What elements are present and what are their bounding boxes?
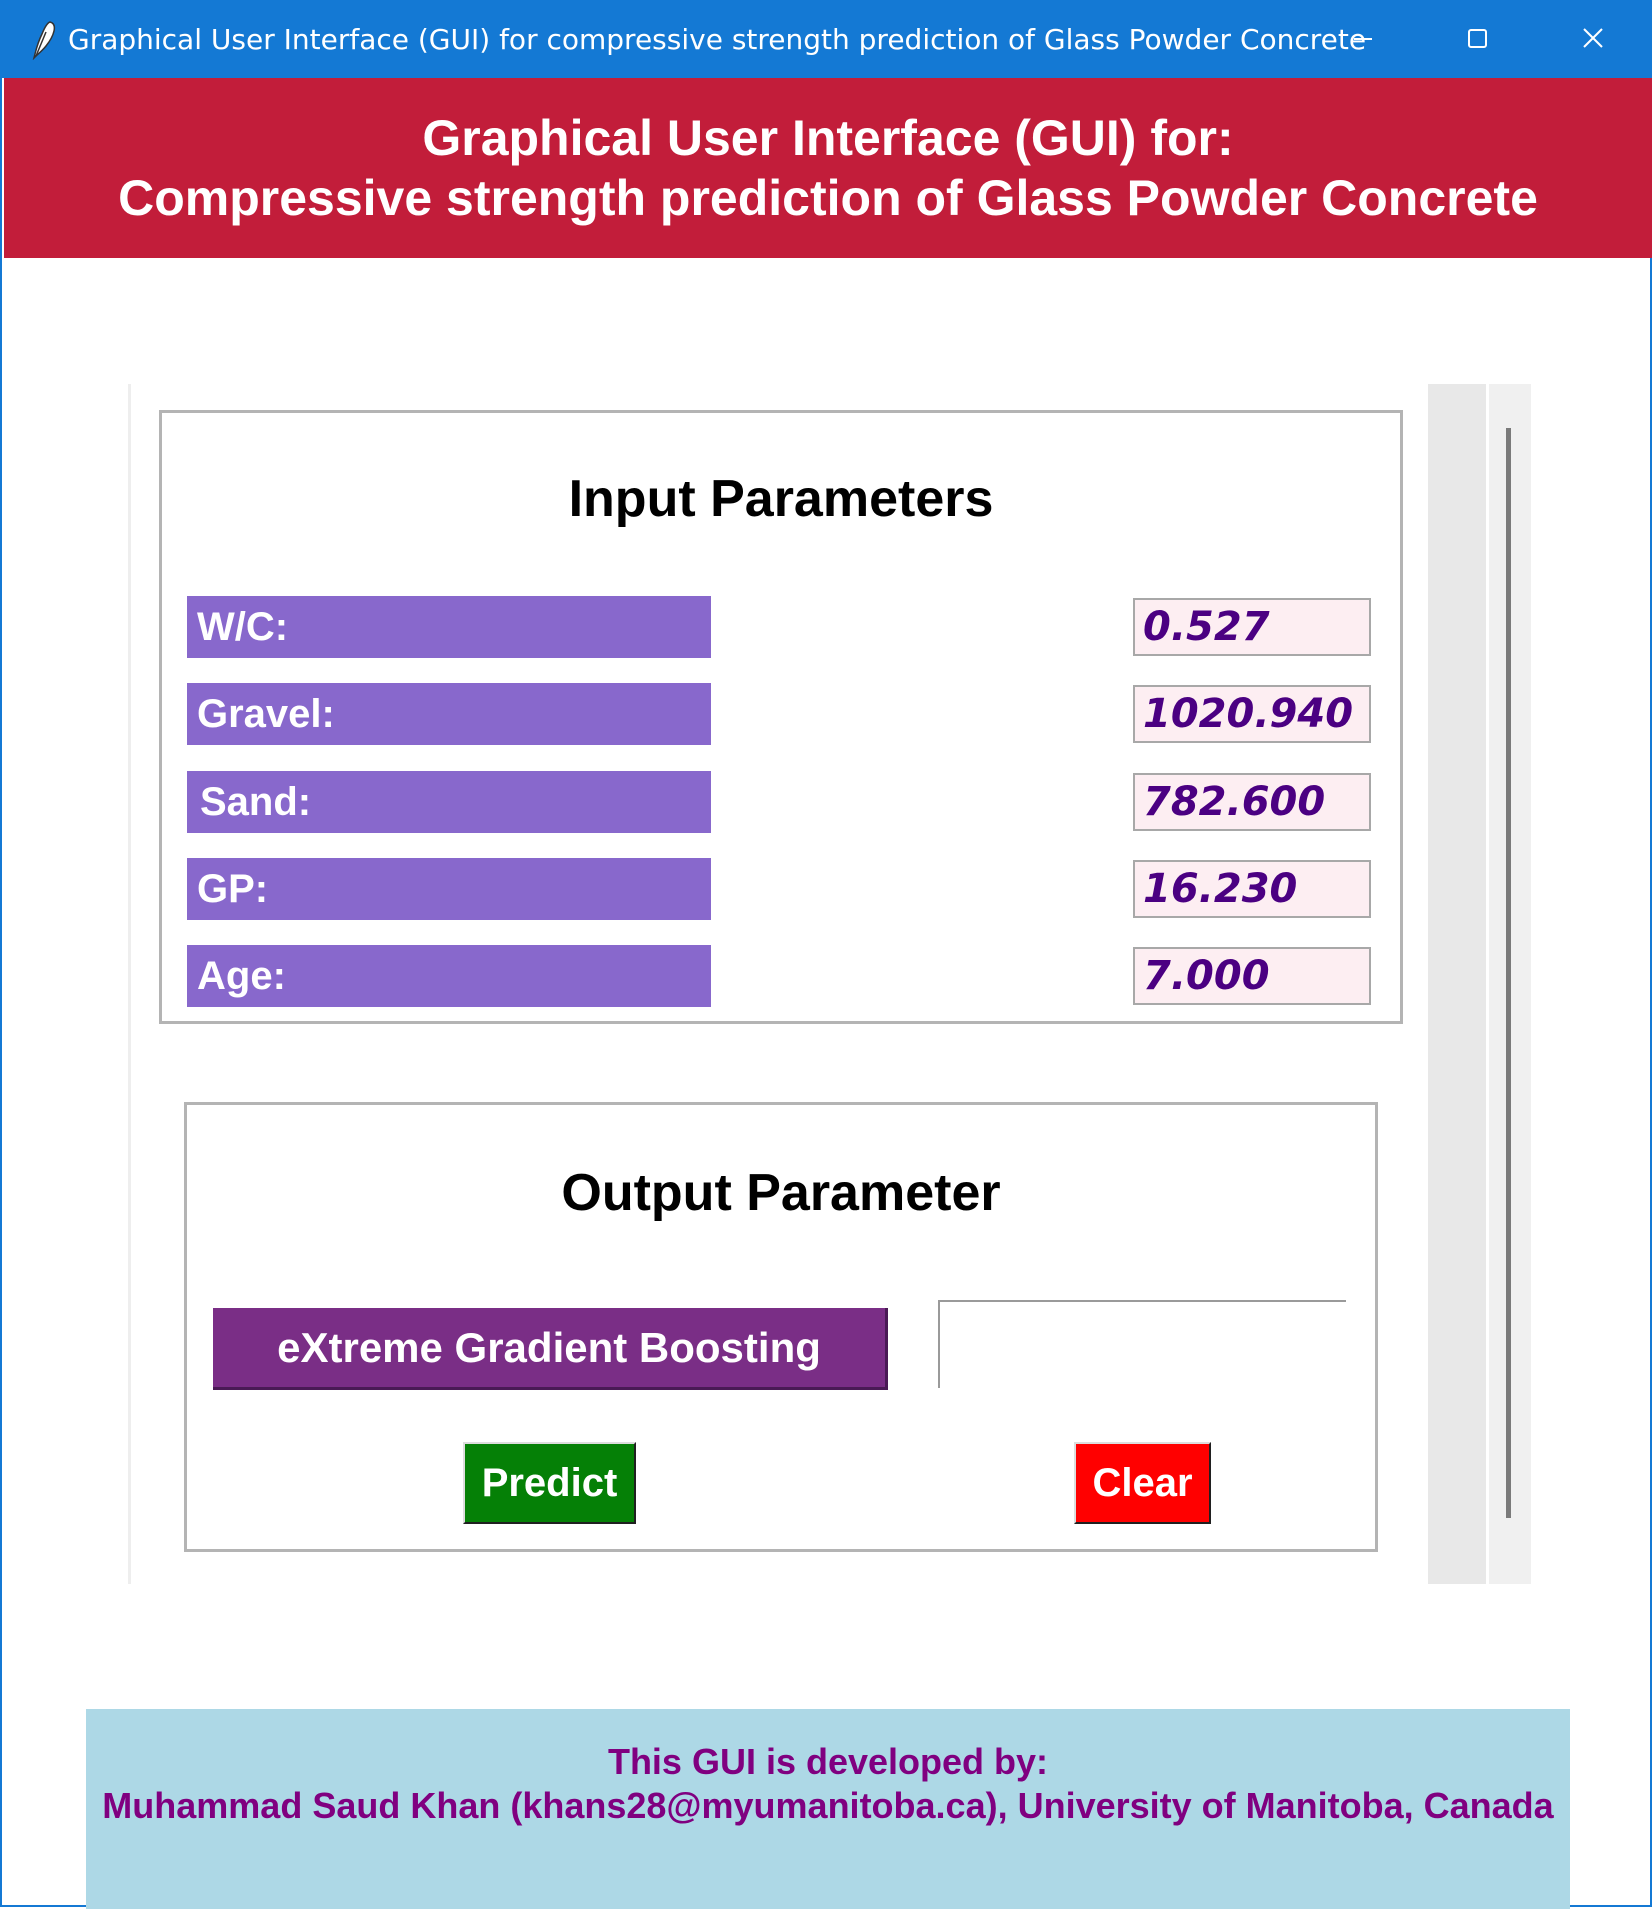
footer-line1: This GUI is developed by: (607, 1741, 1049, 1782)
param-label-sand: Sand: (187, 771, 711, 833)
param-input-wc[interactable]: 0.527 (1133, 598, 1371, 656)
vertical-scrollbar[interactable] (1428, 384, 1531, 1584)
header-title-line2: Compressive strength prediction of Glass… (118, 170, 1538, 226)
maximize-icon (1468, 29, 1487, 48)
param-label-gravel: Gravel: (187, 683, 711, 745)
clear-button[interactable]: Clear (1074, 1442, 1211, 1524)
title-bar[interactable]: Graphical User Interface (GUI) for compr… (2, 2, 1652, 78)
minimize-button[interactable] (1304, 2, 1420, 78)
scrollbar-thumb[interactable] (1506, 428, 1511, 1518)
close-button[interactable] (1536, 2, 1652, 78)
input-parameters-heading: Input Parameters (568, 470, 994, 528)
param-input-gravel[interactable]: 1020.940 (1133, 685, 1371, 743)
param-label-gp: GP: (187, 858, 711, 920)
param-input-sand[interactable]: 782.600 (1133, 773, 1371, 831)
scroll-frame-divider (128, 384, 131, 1584)
minimize-icon (1354, 38, 1372, 40)
maximize-button[interactable] (1420, 2, 1536, 78)
header-banner: Graphical User Interface (GUI) for: Comp… (4, 78, 1652, 258)
param-label-wc: W/C: (187, 596, 711, 658)
predict-button[interactable]: Predict (463, 1442, 636, 1524)
feather-icon (28, 20, 60, 61)
prediction-output-field[interactable] (938, 1300, 1346, 1388)
app-window: Graphical User Interface (GUI) for compr… (0, 0, 1652, 1909)
output-parameter-heading: Output Parameter (561, 1164, 1001, 1222)
param-label-age: Age: (187, 945, 711, 1007)
header-title-line1: Graphical User Interface (GUI) for: (422, 110, 1234, 166)
param-input-age[interactable]: 7.000 (1133, 947, 1371, 1005)
model-label-xgb: eXtreme Gradient Boosting (XGB) (213, 1308, 888, 1451)
close-icon (1583, 28, 1603, 48)
window-title: Graphical User Interface (GUI) for compr… (68, 23, 1367, 56)
footer-line2: Muhammad Saud Khan (khans28@myumanitoba.… (102, 1785, 1554, 1826)
developer-footer: This GUI is developed by: Muhammad Saud … (86, 1709, 1570, 1909)
param-input-gp[interactable]: 16.230 (1133, 860, 1371, 918)
